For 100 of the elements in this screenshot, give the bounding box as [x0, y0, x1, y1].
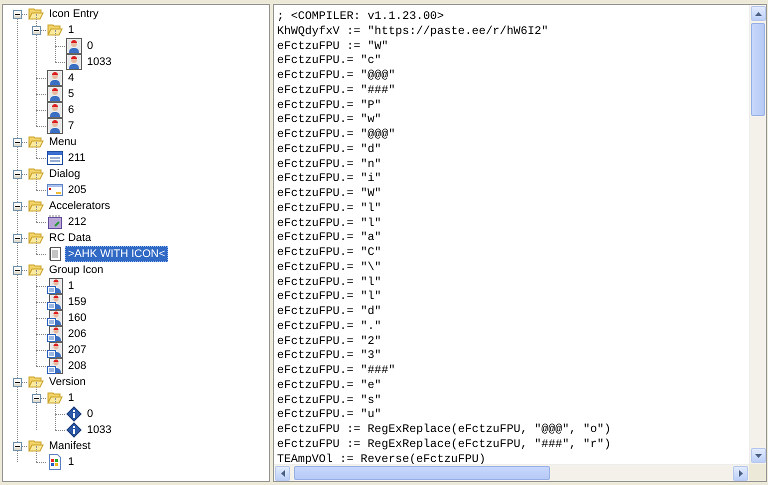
expand-toggle[interactable] [32, 394, 41, 402]
scroll-down-button[interactable] [751, 448, 766, 463]
notepad-icon [47, 246, 63, 262]
portrait-icon [47, 86, 63, 102]
code-line: ; <COMPILER: v1.1.23.00> [277, 10, 445, 25]
folder-icon [28, 6, 44, 22]
folder-icon [28, 198, 44, 214]
folder-icon [28, 262, 44, 278]
code-line: eFctzuFPU.= "u" [277, 408, 382, 423]
tree-item[interactable]: 206 [65, 326, 90, 342]
folder-icon [28, 438, 44, 454]
portrait-icon [47, 294, 63, 310]
code-line: eFctzuFPU.= "@@@" [277, 128, 396, 143]
tree-item[interactable]: Menu [46, 134, 80, 150]
tree-item[interactable]: Dialog [46, 166, 84, 182]
code-line: eFctzuFPU.= "w" [277, 113, 382, 128]
scroll-right-button[interactable] [733, 466, 748, 481]
tree-item[interactable]: 212 [65, 214, 90, 230]
code-line: eFctzuFPU.= "###" [277, 364, 396, 379]
expand-toggle[interactable] [13, 378, 22, 386]
info-diamond-icon [66, 406, 82, 422]
expand-toggle[interactable] [32, 26, 41, 34]
code-line: eFctzuFPU.= "###" [277, 84, 396, 98]
expand-toggle[interactable] [13, 170, 22, 178]
code-line: eFctzuFPU.= "l" [277, 276, 382, 290]
tree-item[interactable]: Version [46, 374, 89, 390]
code-line: eFctzuFPU.= "e" [277, 378, 382, 394]
menu-window-icon [47, 150, 63, 166]
tree-item[interactable]: 1033 [84, 422, 114, 438]
tree-item[interactable]: Manifest [46, 438, 94, 454]
caret-right-icon [738, 470, 742, 477]
code-line: eFctzuFPU.= "3" [277, 349, 382, 364]
tree-item[interactable]: 4 [65, 70, 78, 86]
code-line: eFctzuFPU.= "l" [277, 216, 382, 232]
info-diamond-icon [66, 422, 82, 438]
code-line: eFctzuFPU.= "a" [277, 231, 382, 246]
horizontal-scrollbar[interactable] [274, 464, 749, 481]
code-line: eFctzuFPU.= "i" [277, 172, 382, 187]
caret-down-icon [755, 454, 762, 458]
code-line: eFctzuFPU := "W" [277, 40, 390, 54]
expand-toggle[interactable] [13, 266, 22, 274]
portrait-icon [47, 70, 63, 86]
folder-icon [28, 374, 44, 390]
portrait-icon [47, 326, 63, 342]
code-line: eFctzuFPU := RegExReplace(eFctzuFPU, "###", "r") [277, 438, 612, 452]
portrait-icon [47, 310, 63, 326]
dialog-window-icon [47, 182, 63, 198]
code-line: eFctzuFPU.= "P" [277, 98, 382, 114]
tree-item[interactable]: 1 [65, 278, 78, 294]
tree-item[interactable]: 1033 [84, 54, 114, 70]
portrait-icon [66, 54, 82, 70]
tree-item[interactable]: Group Icon [46, 262, 106, 278]
folder-icon [28, 166, 44, 182]
code-line: eFctzuFPU.= "." [277, 320, 382, 334]
tree-item[interactable]: 7 [65, 118, 78, 134]
tree-item[interactable]: 1 [65, 390, 78, 406]
folder-icon [47, 22, 63, 38]
tree-item[interactable]: 159 [65, 294, 90, 310]
code-line: eFctzuFPU.= "s" [277, 394, 382, 408]
code-line: eFctzuFPU.= "d" [277, 305, 382, 320]
scroll-up-button[interactable] [751, 6, 766, 21]
expand-toggle[interactable] [13, 138, 22, 146]
tree-item[interactable]: 1 [65, 22, 78, 38]
scroll-thumb[interactable] [751, 23, 765, 116]
tree-item[interactable]: 6 [65, 102, 78, 118]
expand-toggle[interactable] [13, 202, 22, 210]
tree-item[interactable]: Icon Entry [46, 6, 102, 22]
code-line: eFctzuFPU.= "l" [277, 290, 382, 305]
code-line: KhWQdyfxV := "https://paste.ee/r/hW6I2" [277, 24, 550, 40]
code-line: eFctzuFPU.= "l" [277, 202, 382, 216]
tree-item[interactable]: 1 [65, 454, 78, 470]
tree-item[interactable]: 205 [65, 182, 90, 198]
tree-item[interactable]: 211 [65, 150, 89, 166]
tree-item[interactable]: Accelerators [46, 198, 114, 214]
scroll-thumb[interactable] [294, 466, 550, 480]
tree-item[interactable]: RC Data [46, 230, 94, 246]
folder-icon [47, 390, 63, 406]
code-line: eFctzuFPU.= "\" [277, 260, 382, 276]
scroll-left-button[interactable] [275, 466, 290, 481]
portrait-icon [47, 358, 63, 374]
caret-left-icon [280, 470, 284, 477]
tree-item[interactable]: 0 [84, 38, 96, 54]
tree-item[interactable]: 5 [65, 86, 78, 102]
expand-toggle[interactable] [13, 10, 22, 18]
code-line: eFctzuFPU.= "d" [277, 142, 382, 158]
code-line: eFctzuFPU.= "C" [277, 246, 382, 261]
folder-icon [28, 230, 44, 246]
portrait-icon [47, 278, 63, 294]
tree-item[interactable]: 0 [84, 406, 96, 422]
code-line: eFctzuFPU.= "2" [277, 334, 382, 350]
expand-toggle[interactable] [13, 442, 22, 450]
tree-item[interactable]: 207 [65, 342, 90, 358]
tree-item[interactable]: 208 [65, 358, 90, 374]
expand-toggle[interactable] [13, 234, 22, 242]
document-icon [47, 454, 63, 470]
code-line: eFctzuFPU.= "W" [277, 187, 382, 202]
tree-item[interactable]: 160 [65, 310, 90, 326]
tree-item[interactable]: >AHK WITH ICON< [65, 246, 168, 262]
vertical-scrollbar[interactable] [749, 5, 766, 464]
code-line: eFctzuFPU.= "@@@" [277, 69, 396, 84]
